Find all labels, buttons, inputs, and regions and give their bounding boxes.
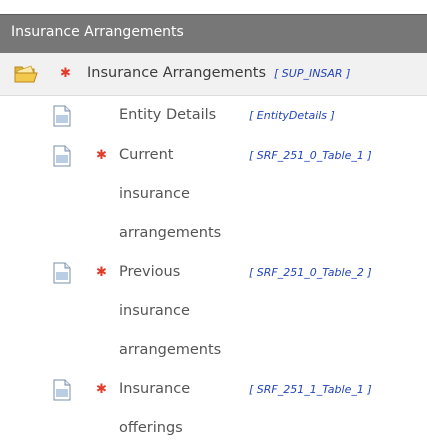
tree-item-label: Insurance offerings: [119, 381, 191, 436]
tree-item-code: [ EntityDetails ]: [249, 109, 335, 122]
document-icon: [53, 262, 71, 284]
tree-root-row[interactable]: ✱ Insurance Arrangements [ SUP_INSAR ]: [0, 53, 427, 96]
tree-root-code: [ SUP_INSAR ]: [274, 67, 351, 80]
tree-item-previous-insurance-arrangements[interactable]: ✱ Previous insurance arrangements [ SRF_…: [0, 253, 427, 370]
tree-item-entity-details[interactable]: Entity Details [ EntityDetails ]: [0, 96, 427, 136]
tree-item-label: Current insurance arrangements: [119, 147, 222, 241]
tree-panel: Insurance Arrangements ✱ Insurance Arran…: [0, 0, 427, 441]
tree-item-label: Entity Details: [119, 107, 217, 123]
tree-item-code: [ SRF_251_1_Table_1 ]: [249, 383, 372, 396]
folder-open-icon: [14, 65, 38, 83]
required-star-icon: ✱: [96, 382, 107, 397]
panel-title: Insurance Arrangements: [11, 24, 184, 40]
document-icon: [53, 105, 71, 127]
tree-item-code: [ SRF_251_0_Table_2 ]: [249, 266, 372, 279]
panel-header: Insurance Arrangements: [0, 14, 427, 54]
tree-item-insurance-offerings[interactable]: ✱ Insurance offerings [ SRF_251_1_Table_…: [0, 370, 427, 448]
tree-item-code: [ SRF_251_0_Table_1 ]: [249, 149, 372, 162]
required-star-icon: ✱: [96, 148, 107, 163]
document-icon: [53, 145, 71, 167]
required-star-icon: ✱: [96, 265, 107, 280]
document-icon: [53, 379, 71, 401]
tree-item-label: Previous insurance arrangements: [119, 264, 222, 358]
tree-root-label: Insurance Arrangements: [87, 65, 267, 81]
tree-item-current-insurance-arrangements[interactable]: ✱ Current insurance arrangements [ SRF_2…: [0, 136, 427, 253]
required-star-icon: ✱: [60, 66, 71, 81]
